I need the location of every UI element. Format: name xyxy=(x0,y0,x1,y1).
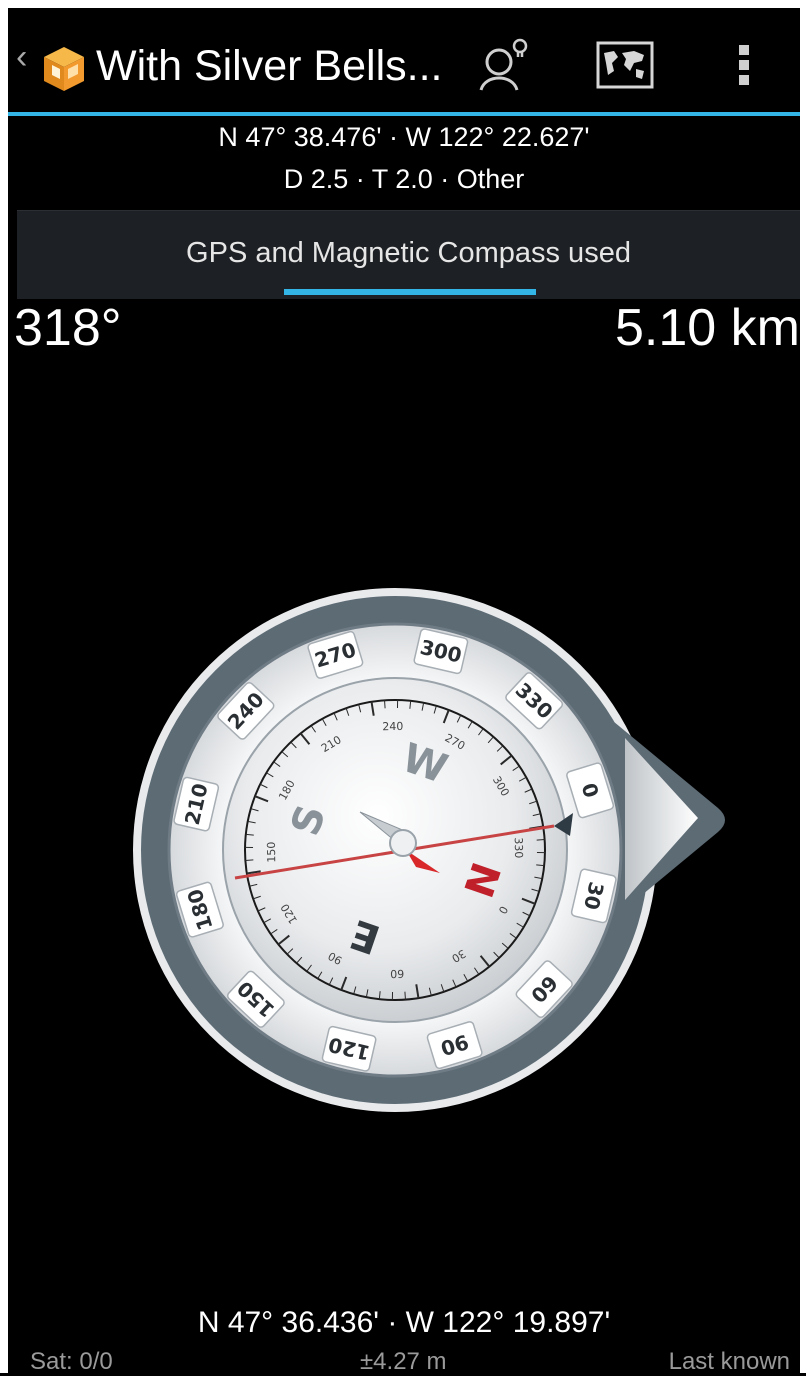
screen: ‹ With Silver Bells... xyxy=(0,0,806,1373)
map-button[interactable] xyxy=(585,30,665,100)
gps-footer: Sat: 0/0 ±4.27 m Last known xyxy=(8,1348,800,1372)
action-bar: ‹ With Silver Bells... xyxy=(8,8,800,116)
compass: 2703003300306090120150180210240 21024027… xyxy=(120,560,740,1140)
navigate-button[interactable] xyxy=(464,30,544,100)
chevron-left-icon[interactable]: ‹ xyxy=(16,40,27,74)
overflow-menu-button[interactable] xyxy=(704,30,784,100)
inner-scale-label: 150 xyxy=(265,842,278,863)
satellite-count: Sat: 0/0 xyxy=(30,1348,113,1376)
page-title[interactable]: With Silver Bells... xyxy=(96,40,442,92)
inner-scale-label: 330 xyxy=(512,837,525,858)
inner-scale-label: 240 xyxy=(382,720,403,733)
inner-scale-tick xyxy=(537,840,545,841)
inner-scale-label: 60 xyxy=(390,967,404,980)
overflow-menu-icon xyxy=(734,41,754,89)
inner-scale-tick xyxy=(385,700,386,708)
sensor-status-bar: GPS and Magnetic Compass used xyxy=(17,210,800,299)
frame-right-edge xyxy=(800,0,806,1373)
cache-details: D 2.5 · T 2.0 · Other xyxy=(8,164,800,195)
target-coordinates: N 47° 38.476' · W 122° 22.627' xyxy=(8,122,800,153)
navigate-person-bulb-icon xyxy=(477,36,531,94)
gps-accuracy: ±4.27 m xyxy=(360,1348,447,1376)
world-map-icon xyxy=(596,41,654,89)
inner-scale-tick xyxy=(405,992,406,1000)
needle-pivot xyxy=(390,830,416,856)
fix-state: Last known xyxy=(669,1348,790,1376)
current-coordinates: N 47° 36.436' · W 122° 19.897' xyxy=(8,1306,800,1340)
geocache-cube-icon[interactable] xyxy=(38,43,90,95)
frame-left-edge xyxy=(0,0,8,1373)
sensor-status-text: GPS and Magnetic Compass used xyxy=(17,237,800,270)
status-underline xyxy=(284,289,536,295)
distance-readout: 5.10 km xyxy=(615,298,800,358)
frame-top-edge xyxy=(0,0,806,8)
bearing-readout: 318° xyxy=(14,298,122,358)
inner-scale-tick xyxy=(245,860,253,861)
